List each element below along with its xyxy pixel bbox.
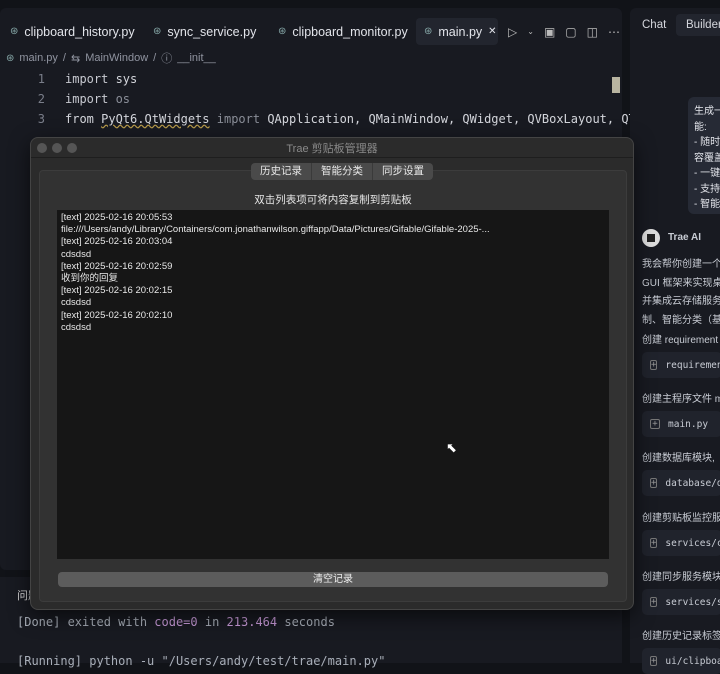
tab-clipboard-monitor[interactable]: ⊛ clipboard_monitor.py [270,18,416,45]
plus-icon: + [650,478,657,488]
tab-bar: 历史记录 智能分类 同步设置 [251,163,433,180]
class-icon: ⇆ [71,52,80,65]
tab-smart-category[interactable]: 智能分类 [312,163,373,180]
method-icon: ⓘ [161,50,172,66]
line-number: 2 [30,92,45,106]
step-text: 创建 requirement [642,331,718,346]
tab-clipboard-history[interactable]: ⊛ clipboard_history.py [2,18,143,45]
tab-history[interactable]: 历史记录 [251,163,312,180]
keyword: from [65,112,94,126]
list-item[interactable]: [text] 2025-02-16 20:02:10cdsdsd [61,310,605,334]
line-number: 1 [30,72,45,86]
code-text: QApplication, QMainWindow, QWidget, QVBo… [260,112,657,126]
file-chip[interactable]: +ui/clipboard [642,648,720,674]
plus-icon: + [650,538,657,548]
layout-icon[interactable]: ▣ [544,25,555,39]
mouse-cursor-icon: ⬉ [446,440,457,456]
keyword: import [65,72,108,86]
maximize-window-button[interactable] [67,143,77,153]
file-chip[interactable]: +services/syn [642,589,720,615]
plus-icon: + [650,360,657,370]
plus-icon: + [650,597,657,607]
window-titlebar[interactable]: Trae 剪贴板管理器 [31,138,633,158]
minimize-window-button[interactable] [52,143,62,153]
breadcrumb-method[interactable]: __init__ [177,52,216,64]
trae-ai-avatar [642,229,660,247]
tab-builder[interactable]: Builder [676,14,720,36]
tab-chat[interactable]: Chat [642,19,666,31]
scrollbar-thumb[interactable] [612,77,620,93]
panel-icon[interactable]: ▢ [565,25,576,39]
plus-icon: + [650,656,657,666]
list-item[interactable]: [text] 2025-02-16 20:03:04cdsdsd [61,236,605,260]
code-text: os [108,92,130,106]
file-chip[interactable]: +main.py [642,411,720,437]
ai-message: 我会帮你创建一个GUI 框架来实现桌并集成云存储服务制、智能分类（基 [642,256,720,330]
step-text: 创建剪贴板监控服 [642,509,720,524]
hint-label: 双击列表项可将内容复制到剪贴板 [31,192,635,207]
step-text: 创建主程序文件 m [642,390,720,405]
tab-sync-settings[interactable]: 同步设置 [373,163,433,180]
history-list[interactable]: [text] 2025-02-16 20:05:53file:///Users/… [57,210,609,559]
module-name: PyQt6.QtWidgets [101,112,209,126]
python-file-icon: ⊛ [278,26,286,37]
tab-label: sync_service.py [167,25,256,39]
file-chip[interactable]: +database/db [642,470,720,496]
list-item[interactable]: [text] 2025-02-16 20:02:59收到你的回复 [61,261,605,285]
tab-main[interactable]: ⊛ main.py ✕ [416,18,498,45]
output-line: [Done] exited with code=0 in 213.464 sec… [17,615,335,629]
ai-name: Trae AI [668,232,701,243]
window-title: Trae 剪贴板管理器 [286,140,377,156]
close-window-button[interactable] [37,143,47,153]
breadcrumb-file[interactable]: main.py [19,52,58,64]
user-message: 生成一能: - 随时容覆盖 - 一键 - 支持 - 智能 [688,97,720,214]
breadcrumb-class[interactable]: MainWindow [85,52,148,64]
tab-label: clipboard_monitor.py [292,25,407,39]
step-text: 创建历史记录标签 [642,627,720,642]
run-icon[interactable]: ▷ [508,25,517,39]
more-icon[interactable]: ⋯ [608,25,620,39]
close-icon[interactable]: ✕ [488,26,496,37]
step-text: 创建同步服务模块 [642,568,720,583]
clear-history-button[interactable]: 清空记录 [58,572,608,587]
chevron-down-icon[interactable]: ⌄ [527,27,534,36]
file-chip[interactable]: +services/clip [642,530,720,556]
tab-sync-service[interactable]: ⊛ sync_service.py [145,18,264,45]
keyword: import [217,112,260,126]
python-file-icon: ⊛ [10,26,18,37]
python-file-icon: ⊛ [153,26,161,37]
keyword: import [65,92,108,106]
output-line: [Running] python -u "/Users/andy/test/tr… [17,654,385,668]
tab-label: clipboard_history.py [24,25,134,39]
file-chip[interactable]: +requirements [642,352,720,378]
clipboard-manager-window: Trae 剪贴板管理器 历史记录 智能分类 同步设置 双击列表项可将内容复制到剪… [30,137,634,610]
plus-icon: + [650,419,660,429]
breadcrumb: ⊛main.py/ ⇆MainWindow/ ⓘ__init__ [6,50,216,66]
line-number: 3 [30,112,45,126]
list-item[interactable]: [text] 2025-02-16 20:02:15cdsdsd [61,285,605,309]
step-text: 创建数据库模块, [642,449,715,464]
list-item[interactable]: [text] 2025-02-16 20:05:53file:///Users/… [61,212,605,236]
split-editor-icon[interactable]: ◫ [587,25,598,39]
python-file-icon: ⊛ [424,26,432,37]
code-text: sys [108,72,137,86]
tab-label: main.py [438,25,482,39]
python-file-icon: ⊛ [6,53,14,64]
